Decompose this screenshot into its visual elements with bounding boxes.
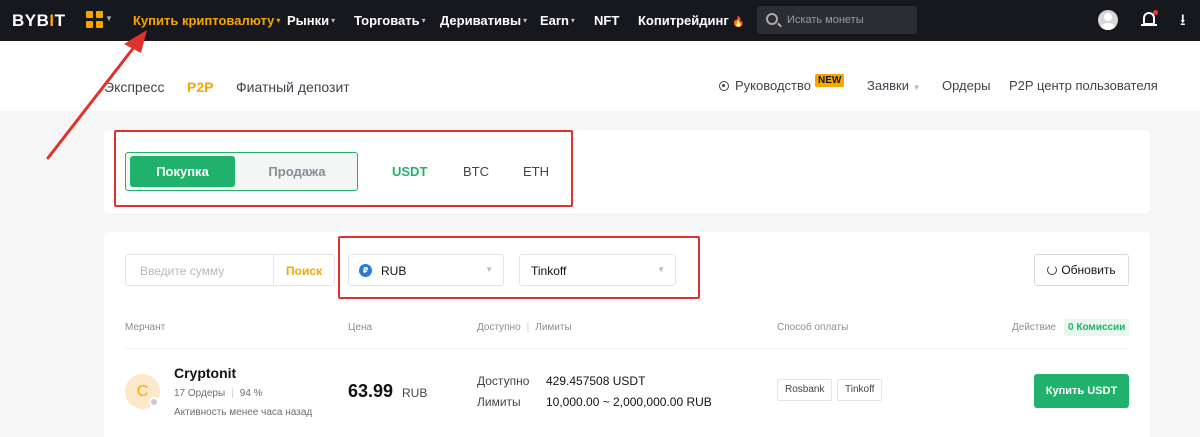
new-badge: NEW	[815, 74, 845, 87]
col-action: Действие	[1012, 322, 1056, 333]
tab-p2p[interactable]: P2P	[187, 79, 213, 95]
user-avatar-icon[interactable]	[1098, 10, 1118, 30]
col-price: Цена	[348, 322, 373, 333]
payment-tag-rosbank: Rosbank	[777, 379, 833, 401]
notification-dot	[1153, 10, 1158, 15]
merchant-activity: Активность менее часа назад	[174, 407, 313, 418]
amount-input[interactable]: Введите сумму Поиск	[125, 254, 335, 286]
coin-tab-eth[interactable]: ETH	[523, 164, 549, 179]
bell-icon[interactable]	[1141, 10, 1158, 30]
search-input[interactable]: Искать монеты	[757, 6, 917, 34]
payment-tag-tinkoff: Tinkoff	[837, 379, 883, 401]
available-label: Доступно	[477, 374, 530, 388]
offer-price-currency: RUB	[402, 386, 428, 400]
coin-tab-btc[interactable]: BTC	[463, 164, 489, 179]
download-icon[interactable]: ⭳	[1180, 9, 1186, 36]
tab-fiat-deposit[interactable]: Фиатный депозит	[236, 79, 350, 95]
search-icon	[766, 13, 778, 25]
sell-tab-button[interactable]: Продажа	[240, 156, 354, 187]
chevron-down-icon: ▼	[657, 265, 665, 274]
offer-price: 63.99	[348, 381, 394, 401]
bybit-logo[interactable]: BYBIT	[12, 11, 66, 31]
payment-method-select[interactable]: Tinkoff ▼	[519, 254, 676, 286]
orders-menu[interactable]: Заявки ▼	[867, 78, 921, 93]
nav-trade[interactable]: Торговать ▾	[354, 13, 426, 28]
col-payment: Способ оплаты	[777, 322, 849, 333]
buy-tab-button[interactable]: Покупка	[130, 156, 235, 187]
nav-earn[interactable]: Earn ▾	[540, 13, 575, 28]
orders-link[interactable]: Ордеры	[942, 78, 990, 93]
currency-select[interactable]: ₽ RUB ▼	[348, 254, 504, 286]
col-available-limits: Доступно | Лимиты	[477, 322, 572, 333]
top-navbar: BYBIT ▼ Купить криптовалюту ▾ Рынки ▾ Торг…	[0, 0, 1200, 41]
col-merchant: Мерчант	[125, 322, 166, 333]
nav-buy-crypto[interactable]: Купить криптовалюту ▾	[133, 13, 280, 28]
limits-value: 10,000.00 ~ 2,000,000.00 RUB	[546, 395, 712, 409]
guide-link[interactable]: Руководство	[719, 78, 811, 93]
buy-usdt-button[interactable]: Купить USDT	[1034, 374, 1129, 408]
header-divider	[125, 348, 1129, 349]
available-value: 429.457508 USDT	[546, 374, 646, 388]
zero-fee-badge: 0 Комиссии	[1064, 319, 1130, 336]
p2p-user-center-link[interactable]: P2P центр пользователя	[1009, 78, 1158, 93]
guide-icon	[719, 81, 729, 91]
search-amount-button[interactable]: Поиск	[286, 264, 322, 278]
refresh-icon	[1047, 265, 1058, 275]
limits-label: Лимиты	[477, 395, 521, 409]
chevron-down-icon: ▼	[912, 83, 921, 92]
coin-tab-usdt[interactable]: USDT	[392, 164, 427, 179]
online-status-dot	[149, 397, 159, 407]
merchant-name[interactable]: Cryptonit	[174, 365, 236, 381]
nav-copytrading[interactable]: Копитрейдинг 🔥	[638, 13, 745, 28]
refresh-button[interactable]: Обновить	[1034, 254, 1129, 286]
tab-express[interactable]: Экспресс	[104, 79, 165, 95]
nav-nft[interactable]: NFT	[594, 13, 619, 28]
chevron-down-icon: ▼	[105, 14, 113, 23]
p2p-subheader	[0, 41, 1200, 111]
nav-markets[interactable]: Рынки ▾	[287, 13, 335, 28]
merchant-stats: 17 Ордеры | 94 %	[174, 388, 263, 399]
apps-grid-icon[interactable]	[86, 11, 104, 29]
fire-icon: 🔥	[732, 17, 745, 28]
nav-derivatives[interactable]: Деривативы ▾	[440, 13, 527, 28]
chevron-down-icon: ▼	[485, 265, 493, 274]
ruble-icon: ₽	[359, 264, 372, 277]
